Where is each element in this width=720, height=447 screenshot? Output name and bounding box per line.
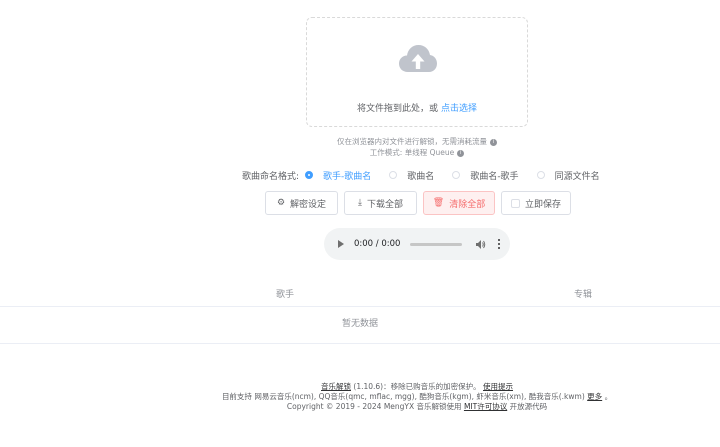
footer-period: 。 xyxy=(604,392,613,401)
save-now-label: 立即保存 xyxy=(524,199,561,210)
column-header-album: 专辑 xyxy=(574,290,593,300)
more-options-icon[interactable] xyxy=(498,239,501,249)
clear-all-button[interactable]: 🗑 清除全部 xyxy=(423,191,495,215)
decrypt-settings-button[interactable]: ⚙ 解密设定 xyxy=(265,191,338,215)
radio-label: 歌曲名 xyxy=(407,171,435,182)
clear-all-label: 清除全部 xyxy=(449,199,486,210)
volume-icon[interactable] xyxy=(476,239,486,249)
app-desc: ：移除已购音乐的加密保护。 xyxy=(383,382,481,391)
radio-title[interactable]: 歌曲名 xyxy=(389,169,434,182)
work-mode-tip: 工作模式: 单线程 Queue i xyxy=(0,147,720,158)
radio-label: 同源文件名 xyxy=(554,171,600,182)
naming-format-label: 歌曲命名格式: xyxy=(242,171,300,182)
column-header-artist: 歌手 xyxy=(276,290,295,300)
radio-title-artist[interactable]: 歌曲名-歌手 xyxy=(452,169,519,182)
audio-player: 0:00 / 0:00 xyxy=(324,228,510,260)
supported-formats: 目前支持 网易云音乐(ncm), QQ音乐(qmc, mflac, mgg), … xyxy=(221,392,585,401)
download-all-button[interactable]: ⤓ 下载全部 xyxy=(344,191,417,215)
play-icon[interactable] xyxy=(338,240,344,248)
more-link[interactable]: 更多 xyxy=(587,392,602,401)
license-link[interactable]: MIT许可协议 xyxy=(464,402,507,411)
radio-dot[interactable] xyxy=(536,171,545,179)
download-all-label: 下载全部 xyxy=(366,199,403,210)
file-drop-zone[interactable]: 将文件拖到此处，或 点击选择 xyxy=(306,17,528,127)
radio-label: 歌手-歌曲名 xyxy=(323,171,372,182)
progress-slider[interactable] xyxy=(410,242,463,246)
copyright-text: Copyright © 2019 - 2024 MengYX 音乐解锁使用 xyxy=(286,402,462,411)
table-header: 歌手 专辑 xyxy=(0,280,720,307)
app-name-link[interactable]: 音乐解锁 xyxy=(321,382,351,391)
browser-only-tip: 仅在浏览器内对文件进行解锁，无需消耗流量 i xyxy=(0,136,720,147)
cloud-upload-icon xyxy=(399,45,437,72)
gear-icon: ⚙ xyxy=(276,198,286,208)
radio-source-filename[interactable]: 同源文件名 xyxy=(536,169,600,182)
naming-format-group: 歌曲命名格式: 歌手-歌曲名 歌曲名 歌曲名-歌手 同源文件名 xyxy=(242,168,618,182)
open-source-text: 开放源代码 xyxy=(509,402,548,411)
upload-prompt: 将文件拖到此处，或 xyxy=(357,104,439,114)
info-icon[interactable]: i xyxy=(490,138,497,146)
info-icon[interactable]: i xyxy=(457,149,465,157)
radio-dot[interactable] xyxy=(452,171,461,179)
radio-label: 歌曲名-歌手 xyxy=(470,171,519,182)
footer-line-3: Copyright © 2019 - 2024 MengYX 音乐解锁使用 MI… xyxy=(0,401,720,412)
radio-dot[interactable] xyxy=(305,171,314,179)
decrypt-settings-label: 解密设定 xyxy=(290,199,327,210)
save-now-button[interactable]: 立即保存 xyxy=(501,191,571,215)
download-icon: ⤓ xyxy=(358,198,362,208)
usage-tips-link[interactable]: 使用提示 xyxy=(483,382,513,391)
upload-instructions: 将文件拖到此处，或 点击选择 xyxy=(307,101,527,114)
trash-icon: 🗑 xyxy=(432,198,445,208)
table-empty-text: 暂无数据 xyxy=(0,306,720,344)
checkbox-icon[interactable] xyxy=(510,198,520,208)
work-mode-text: 工作模式: 单线程 Queue xyxy=(369,148,455,157)
app-version: (1.10.6) xyxy=(353,382,384,391)
radio-dot[interactable] xyxy=(389,171,398,179)
select-file-link[interactable]: 点击选择 xyxy=(441,104,477,114)
player-time: 0:00 / 0:00 xyxy=(354,239,401,249)
radio-artist-title[interactable]: 歌手-歌曲名 xyxy=(305,169,371,182)
browser-only-text: 仅在浏览器内对文件进行解锁，无需消耗流量 xyxy=(337,137,487,146)
